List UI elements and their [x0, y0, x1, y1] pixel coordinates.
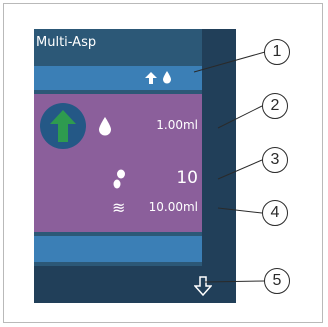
callout-4: 4 [262, 200, 288, 226]
callout-5: 5 [264, 268, 290, 294]
callout-1: 1 [264, 39, 290, 65]
callout-3: 3 [262, 147, 288, 173]
callout-2: 2 [262, 93, 288, 119]
